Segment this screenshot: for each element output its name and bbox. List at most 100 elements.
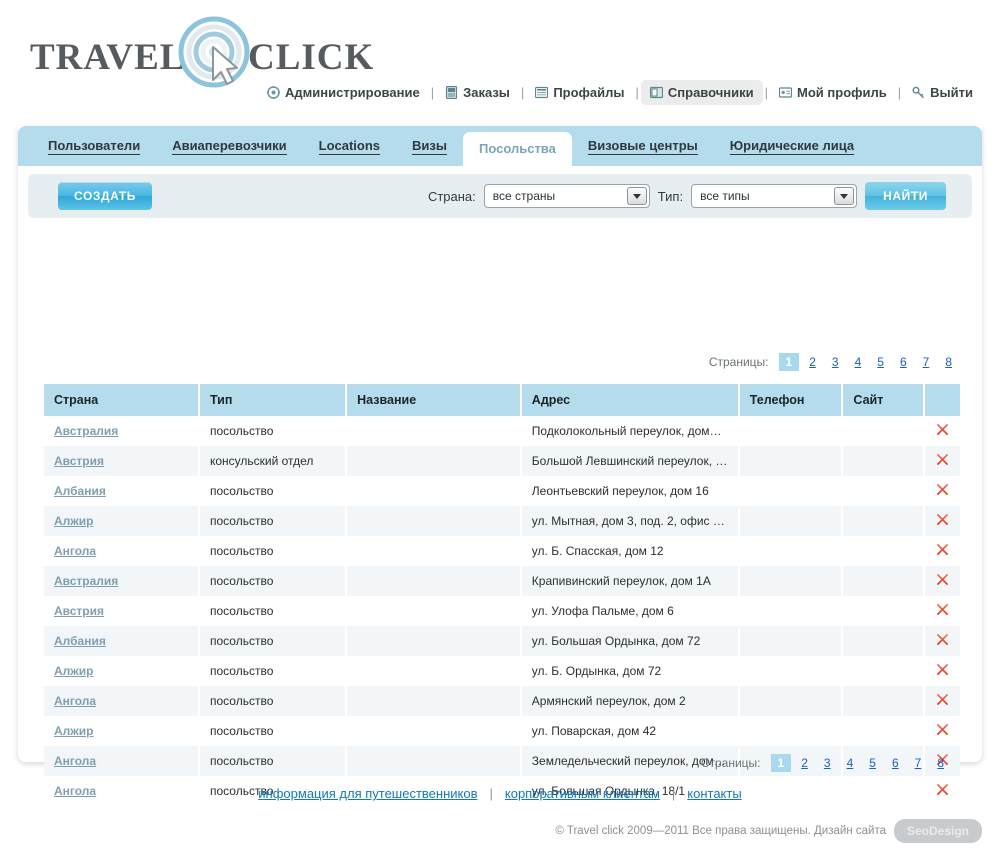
page-link[interactable]: 4 [849,353,868,371]
cell-address: Крапивинский переулок, дом 1А [520,566,740,596]
seodesign-badge[interactable]: SeoDesign [893,819,982,843]
delete-x-icon[interactable] [935,602,950,620]
user-card-icon [779,86,793,99]
page-link[interactable]: 5 [863,754,882,772]
chevron-down-icon[interactable] [834,187,855,205]
tab-embassies[interactable]: Посольства [463,132,572,166]
country-link[interactable]: Австрия [54,454,104,468]
type-select[interactable]: все типы [691,184,858,208]
country-link[interactable]: Алжир [54,514,94,528]
footer-link-contacts[interactable]: контакты [687,786,741,801]
delete-x-icon[interactable] [935,692,950,710]
page-link[interactable]: 2 [803,353,822,371]
nav-item-logout[interactable]: Выйти [903,80,982,105]
nav-item-my-profile[interactable]: Мой профиль [770,80,896,105]
page-link[interactable]: 6 [894,353,913,371]
cell-name [346,536,522,566]
country-link[interactable]: Алжир [54,724,94,738]
page-link[interactable]: 6 [886,754,905,772]
page-link[interactable]: 7 [917,353,936,371]
cell-site [842,686,925,716]
type-select-value: все типы [700,189,750,203]
chevron-down-icon[interactable] [626,187,647,205]
cell-phone [738,416,844,446]
country-link[interactable]: Албания [54,484,106,498]
cell-phone [738,536,844,566]
delete-x-icon[interactable] [935,542,950,560]
delete-x-icon[interactable] [935,722,950,740]
cell-name [346,416,522,446]
page-link[interactable]: 4 [841,754,860,772]
tab-label: Авиаперевозчики [172,138,287,155]
delete-x-icon[interactable] [935,572,950,590]
nav-item-catalogs[interactable]: Справочники [640,80,763,105]
country-link[interactable]: Ангола [54,544,96,558]
page-link[interactable]: 8 [939,353,958,371]
delete-x-icon[interactable] [935,632,950,650]
delete-x-icon[interactable] [935,512,950,530]
nav-label-logout: Выйти [930,85,973,100]
footer-separator: | [489,786,493,801]
tab-locations[interactable]: Locations [303,126,396,166]
column-header-address[interactable]: Адрес [520,384,740,416]
page-link[interactable]: 3 [818,754,837,772]
page-link[interactable]: 2 [795,754,814,772]
nav-item-orders[interactable]: Заказы [436,80,519,105]
footer-link-corporate-clients[interactable]: корпоративным клиентам [505,786,660,801]
page-link[interactable]: 8 [931,754,950,772]
country-link[interactable]: Ангола [54,694,96,708]
cell-address: ул. Б. Спасская, дом 12 [520,536,740,566]
tab-visa-centers[interactable]: Визовые центры [572,126,714,166]
profiles-icon [535,86,549,99]
cell-phone [738,476,844,506]
country-link[interactable]: Австрия [54,604,104,618]
top-navigation: Администрирование | Заказы | Профайлы | … [258,80,982,105]
copyright-bar: © Travel click 2009—2011 Все права защищ… [0,819,1000,843]
cell-address: Леонтьевский переулок, дом 16 [520,476,740,506]
create-button[interactable]: СОЗДАТЬ [58,182,152,210]
column-header-type[interactable]: Тип [198,384,348,416]
column-header-name[interactable]: Название [346,384,522,416]
find-button[interactable]: НАЙТИ [865,182,946,210]
country-link[interactable]: Алжир [54,664,94,678]
footer-link-travellers-info[interactable]: информация для путешественников [258,786,477,801]
footer-links: информация для путешественников | корпор… [0,786,1000,801]
cell-site [842,416,925,446]
tab-air-carriers[interactable]: Авиаперевозчики [156,126,302,166]
cell-delete [923,536,960,566]
country-link[interactable]: Австралия [54,574,118,588]
delete-x-icon[interactable] [935,422,950,440]
cell-name [346,716,522,746]
cell-address: ул. Поварская, дом 42 [520,716,740,746]
type-filter-label: Тип: [657,188,684,204]
page-current[interactable]: 1 [778,353,800,371]
country-link[interactable]: Австралия [54,424,118,438]
country-select[interactable]: все страны [483,184,650,208]
cell-delete [923,716,960,746]
column-header-site[interactable]: Сайт [842,384,925,416]
cell-type: посольство [198,536,348,566]
cell-country: Алжир [44,656,200,686]
country-link[interactable]: Ангола [54,754,96,768]
page-link[interactable]: 3 [826,353,845,371]
nav-item-administration[interactable]: Администрирование [258,80,429,105]
nav-item-profiles[interactable]: Профайлы [526,80,633,105]
page-current[interactable]: 1 [770,754,792,772]
delete-x-icon[interactable] [935,482,950,500]
country-link[interactable]: Албания [54,634,106,648]
column-header-phone[interactable]: Телефон [738,384,844,416]
tab-users[interactable]: Пользователи [32,126,156,166]
delete-x-icon[interactable] [935,662,950,680]
table-row: Ангола посольство Армянский переулок, дом … [44,686,960,716]
page-link[interactable]: 7 [909,754,928,772]
table-row: Ангола посольство ул. Б. Спасская, дом 12 [44,536,960,566]
gear-icon [267,86,281,99]
table-row: Австрия консульский отдел Большой Левшинск… [44,446,960,476]
tab-visas[interactable]: Визы [396,126,463,166]
cell-name [346,656,522,686]
page-link[interactable]: 5 [871,353,890,371]
copyright-text: © Travel click 2009—2011 Все права защищ… [555,825,886,837]
tab-legal-entities[interactable]: Юридические лица [714,126,870,166]
delete-x-icon[interactable] [935,452,950,470]
column-header-country[interactable]: Страна [44,384,200,416]
